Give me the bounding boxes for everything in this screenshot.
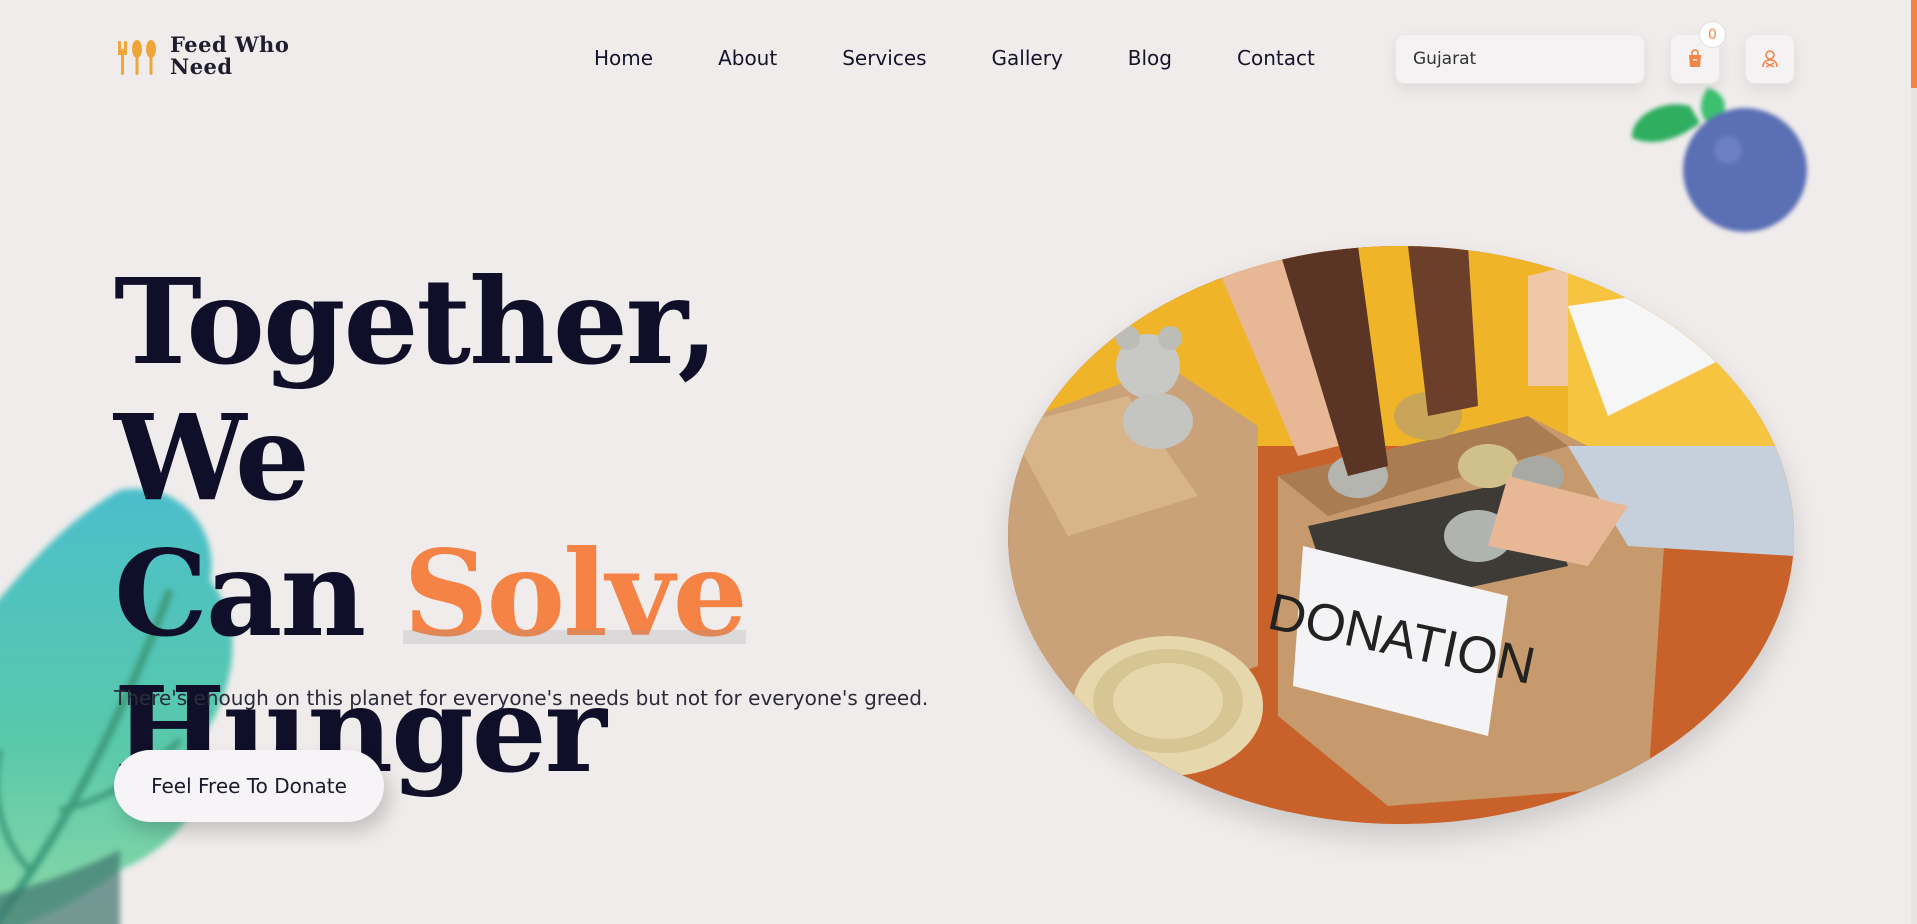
search-box[interactable] xyxy=(1395,34,1645,84)
brand-line2: Need xyxy=(170,54,233,79)
search-input[interactable] xyxy=(1413,49,1632,69)
cart-count-badge: 0 xyxy=(1699,21,1726,48)
utensils-icon xyxy=(118,40,156,75)
shopping-bag-icon xyxy=(1689,49,1701,67)
blueberry-decoration xyxy=(1631,88,1807,232)
nav-contact[interactable]: Contact xyxy=(1237,44,1315,72)
nav-home[interactable]: Home xyxy=(594,44,653,72)
nav-services[interactable]: Services xyxy=(842,44,926,72)
hero-photo: DONATION xyxy=(1008,246,1794,824)
nav-gallery[interactable]: Gallery xyxy=(992,44,1063,72)
hero-headline: Together, We Can Solve Hunger xyxy=(114,254,914,798)
user-icon xyxy=(1762,50,1778,68)
scrollbar-thumb[interactable] xyxy=(1911,0,1917,88)
hero-subtext: There's enough on this planet for everyo… xyxy=(114,686,929,710)
headline-can: Can xyxy=(114,524,366,663)
brand-name: Feed Who Need xyxy=(170,34,289,78)
brand-logo[interactable]: Feed Who Need xyxy=(114,34,289,78)
main-nav: Home About Services Gallery Blog Contact xyxy=(594,44,1315,72)
landing-page: Feed Who Need Home About Services Galler… xyxy=(0,0,1917,924)
donate-button[interactable]: Feel Free To Donate xyxy=(114,750,384,822)
headline-line1: Together, We xyxy=(114,252,719,527)
cart-button[interactable]: 0 xyxy=(1670,21,1726,84)
nav-blog[interactable]: Blog xyxy=(1128,44,1172,72)
user-button[interactable] xyxy=(1745,34,1795,84)
nav-about[interactable]: About xyxy=(718,44,777,72)
scrollbar-track[interactable] xyxy=(1911,0,1917,924)
headline-accent: Solve xyxy=(403,524,748,663)
brand-line1: Feed Who xyxy=(170,32,290,57)
